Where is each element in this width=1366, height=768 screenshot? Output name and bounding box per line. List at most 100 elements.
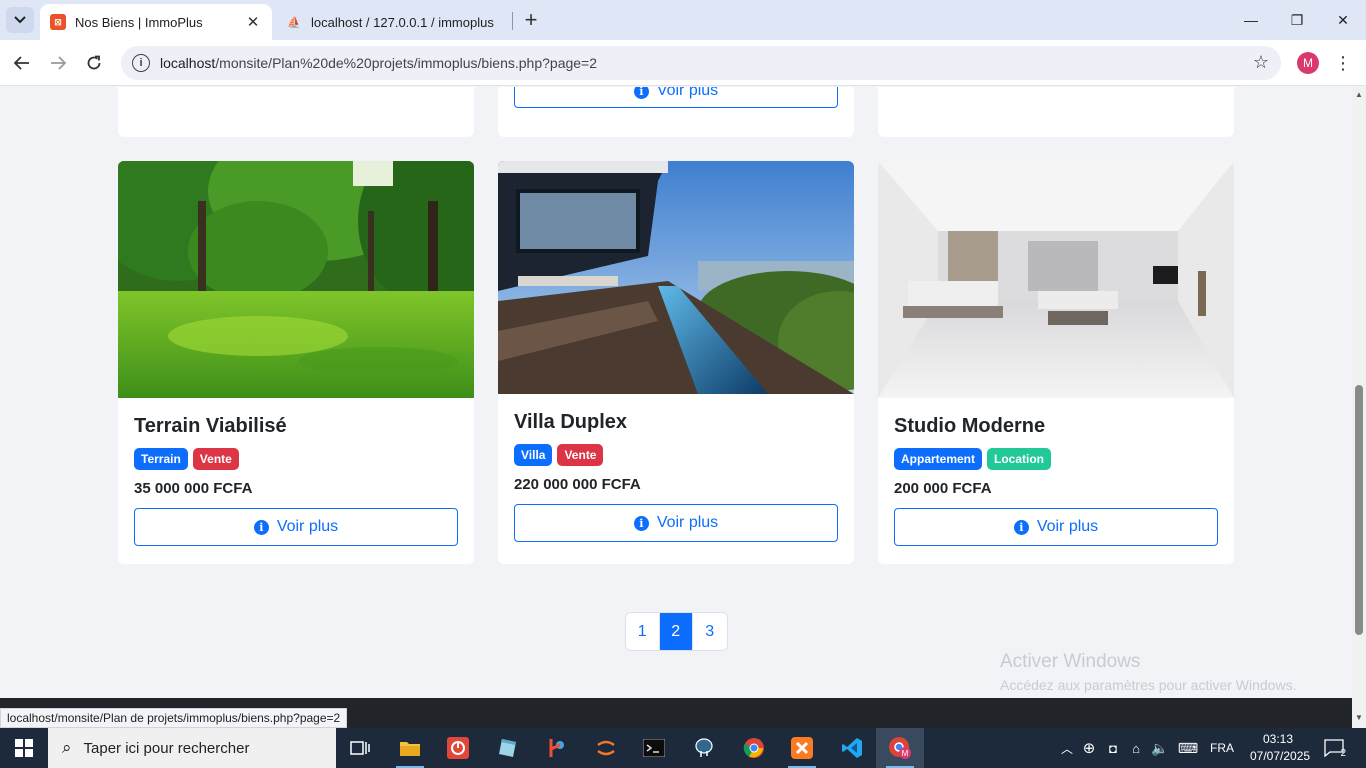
close-tab-icon[interactable]: ✕ <box>244 13 262 31</box>
property-title: Terrain Viabilisé <box>134 415 287 437</box>
transaction-badge: Vente <box>192 448 239 470</box>
property-image <box>118 161 474 398</box>
activate-windows-title: Activer Windows <box>1000 651 1141 672</box>
taskbar-app-postgres[interactable] <box>680 728 728 768</box>
page-link-1[interactable]: 1 <box>626 613 660 650</box>
taskbar-app-terminal[interactable] <box>630 728 678 768</box>
tab-title: localhost / 127.0.0.1 / immoplus <box>311 14 494 30</box>
property-price: 35 000 000 FCFA <box>134 480 253 497</box>
tab-title: Nos Biens | ImmoPlus <box>75 14 203 30</box>
scroll-up-icon[interactable]: ▲ <box>1355 90 1363 99</box>
page-link-3[interactable]: 3 <box>693 613 727 650</box>
forward-button[interactable] <box>44 49 72 77</box>
property-price: 200 000 FCFA <box>894 480 992 497</box>
file-explorer-app[interactable] <box>386 728 434 768</box>
terminal-icon <box>643 739 665 757</box>
page-scrollbar[interactable]: ▲ ▼ <box>1352 87 1366 728</box>
language-indicator[interactable]: FRA <box>1204 741 1240 755</box>
page-link-2[interactable]: 2 <box>659 613 693 650</box>
folder-icon <box>400 742 420 756</box>
arrow-right-icon <box>51 56 66 70</box>
search-icon: ⌕ <box>62 738 72 757</box>
browser-toolbar: i localhost/monsite/Plan%20de%20projets/… <box>0 40 1366 86</box>
tab-nos-biens[interactable]: ⊠ Nos Biens | ImmoPlus ✕ <box>40 4 272 40</box>
voir-plus-button[interactable]: i Voir plus <box>514 504 838 542</box>
system-tray: ︿ ⊕ ◘ ⌂ 🔈 ⌨ FRA <box>1058 728 1240 768</box>
phpmyadmin-favicon-icon: ⛵ <box>287 16 301 29</box>
clock-date: 07/07/2025 <box>1250 749 1311 763</box>
property-title: Villa Duplex <box>514 411 628 433</box>
close-window-button[interactable]: ✕ <box>1320 0 1366 40</box>
globe-icon[interactable]: ⊕ <box>1076 739 1102 757</box>
property-card-partial <box>878 87 1234 137</box>
property-badges: Terrain Vente <box>134 448 458 470</box>
task-view-icon <box>350 741 370 755</box>
bookmark-star-icon[interactable]: ☆ <box>1253 52 1269 73</box>
taskbar-app-vscode[interactable] <box>828 728 876 768</box>
property-price: 220 000 000 FCFA <box>514 476 641 493</box>
notification-count: 2 <box>1340 748 1346 759</box>
xampp-icon <box>791 737 813 759</box>
taskbar-app-chrome-profile[interactable]: M <box>876 728 924 768</box>
postgresql-icon <box>695 738 713 757</box>
scroll-down-icon[interactable]: ▼ <box>1355 713 1363 722</box>
keyboard-icon[interactable]: ⌨ <box>1172 740 1204 757</box>
notepad-icon <box>499 739 516 757</box>
profile-avatar[interactable]: M <box>1297 52 1319 74</box>
power-app-icon <box>447 737 469 759</box>
voir-plus-button[interactable]: i Voir plus <box>514 87 838 108</box>
new-tab-button[interactable]: + <box>520 7 542 32</box>
taskbar-search[interactable]: ⌕ Taper ici pour rechercher <box>48 728 336 768</box>
property-image <box>498 161 854 394</box>
taskbar-clock[interactable]: 03:13 07/07/2025 <box>1250 731 1311 765</box>
info-icon: i <box>633 87 649 99</box>
vscode-icon <box>842 738 862 758</box>
property-card-partial <box>118 87 474 137</box>
info-icon: i <box>253 519 269 535</box>
transaction-badge: Location <box>987 448 1052 470</box>
tab-search-button[interactable] <box>6 7 34 33</box>
clock-time: 03:13 <box>1262 732 1294 746</box>
taskbar-app-notepad[interactable] <box>484 728 532 768</box>
activate-windows-subtitle: Accédez aux paramètres pour activer Wind… <box>1000 677 1297 693</box>
chrome-icon <box>743 738 764 758</box>
search-placeholder: Taper ici pour rechercher <box>83 739 250 757</box>
taskbar-app-red[interactable] <box>434 728 482 768</box>
tab-phpmyadmin[interactable]: ⛵ localhost / 127.0.0.1 / immoplus <box>276 4 508 40</box>
tab-strip: ⊠ Nos Biens | ImmoPlus ✕ ⛵ localhost / 1… <box>0 0 1366 40</box>
property-card: Studio Moderne Appartement Location 200 … <box>878 161 1234 564</box>
taskbar-app-git[interactable] <box>532 728 580 768</box>
voir-plus-button[interactable]: i Voir plus <box>134 508 458 546</box>
menu-kebab-icon[interactable]: ⋮ <box>1334 51 1352 75</box>
chevron-down-icon <box>14 16 26 24</box>
reload-button[interactable] <box>80 49 108 77</box>
tab-separator <box>512 12 513 30</box>
git-app-icon <box>549 739 564 757</box>
property-card-partial: i Voir plus <box>498 87 854 137</box>
minimize-button[interactable]: — <box>1228 0 1274 40</box>
xampp-favicon-icon: ⊠ <box>50 14 66 30</box>
back-button[interactable] <box>8 49 36 77</box>
chevron-up-icon[interactable]: ︿ <box>1058 740 1076 757</box>
svg-text:M: M <box>902 749 909 758</box>
type-badge: Appartement <box>894 448 983 470</box>
restore-button[interactable]: ❐ <box>1274 0 1320 40</box>
arrow-left-icon <box>14 56 29 70</box>
address-bar[interactable]: i localhost/monsite/Plan%20de%20projets/… <box>121 46 1281 80</box>
taskbar-app-jupyter[interactable] <box>582 728 630 768</box>
scroll-thumb[interactable] <box>1355 385 1363 635</box>
camera-icon[interactable]: ◘ <box>1102 741 1124 756</box>
taskbar-app-chrome[interactable] <box>730 728 778 768</box>
type-badge: Villa <box>514 444 553 466</box>
property-card: Terrain Viabilisé Terrain Vente 35 000 0… <box>118 161 474 564</box>
voir-plus-button[interactable]: i Voir plus <box>894 508 1218 546</box>
info-icon: i <box>633 515 649 531</box>
windows-taskbar: ⌕ Taper ici pour rechercher M ︿ ⊕ ◘ ⌂ 🔈 … <box>0 728 1366 768</box>
taskbar-app-xampp[interactable] <box>778 728 826 768</box>
task-view-button[interactable] <box>336 728 384 768</box>
network-icon[interactable]: ⌂ <box>1124 741 1148 756</box>
volume-icon[interactable]: 🔈 <box>1148 740 1172 757</box>
start-button[interactable] <box>0 728 48 768</box>
notification-center-button[interactable]: 2 <box>1322 738 1346 759</box>
site-info-icon[interactable]: i <box>132 54 150 72</box>
